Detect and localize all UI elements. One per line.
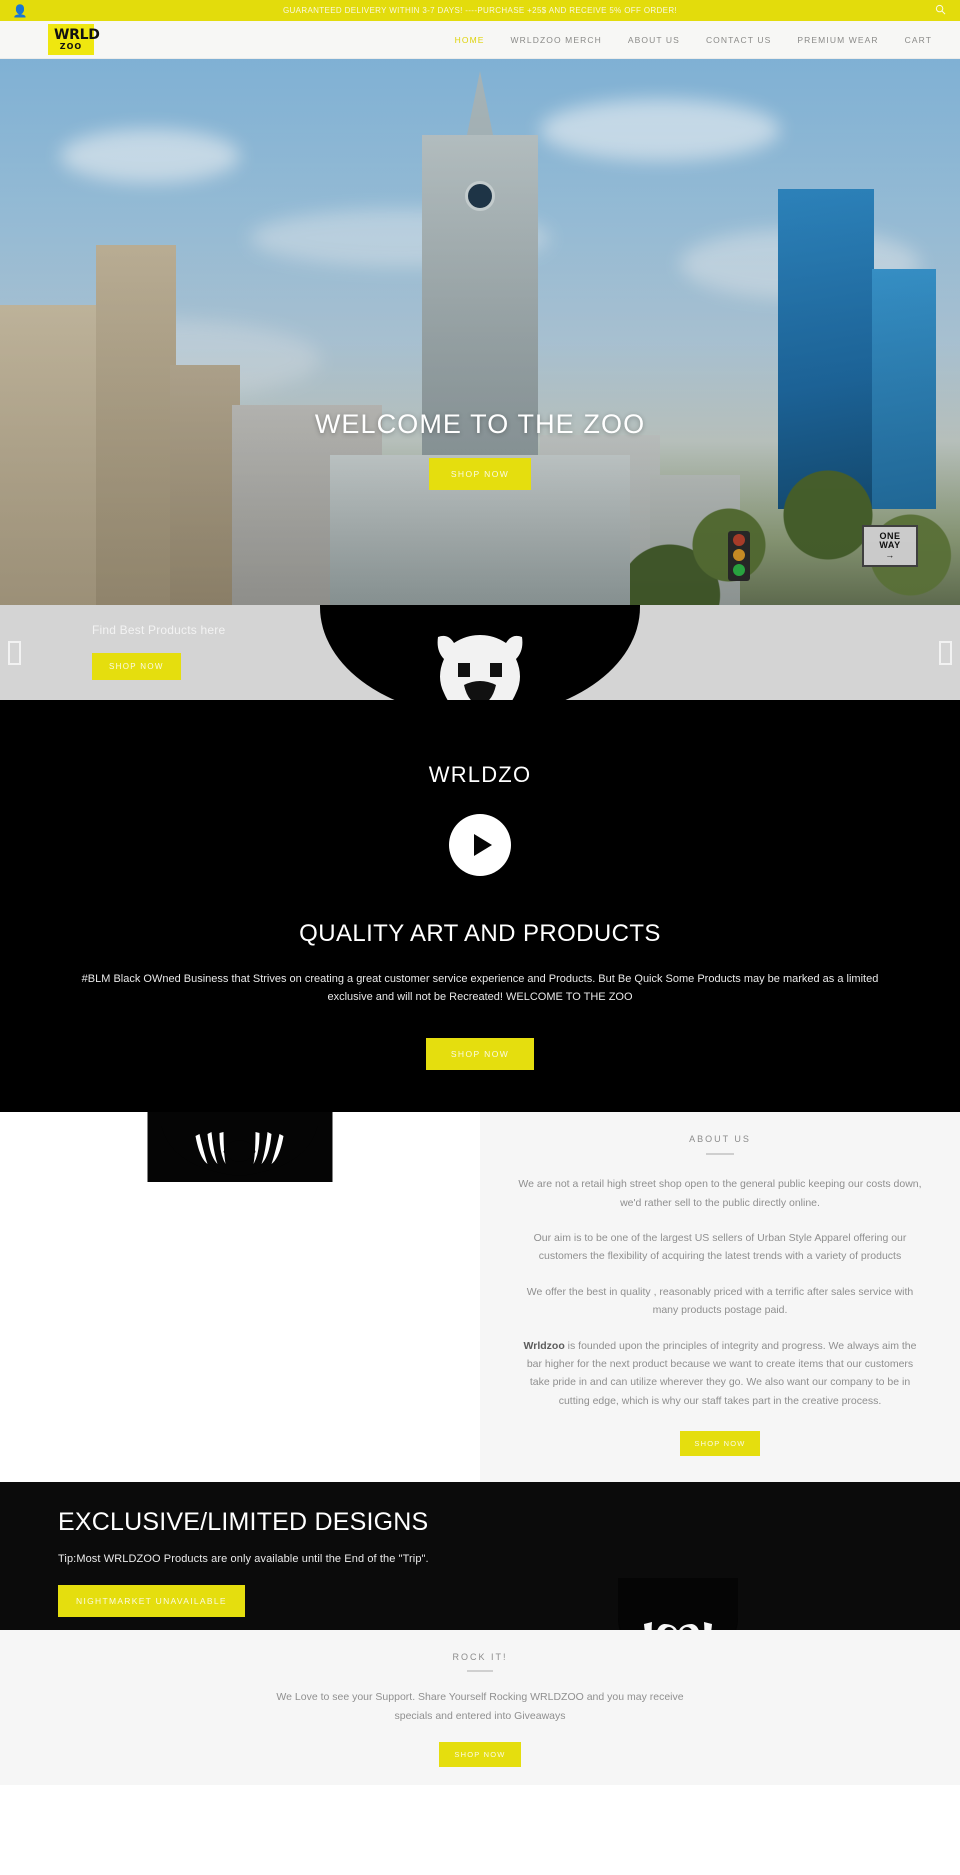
play-icon[interactable] (449, 814, 511, 876)
main-nav: HOME WRLDZOO MERCH ABOUT US CONTACT US P… (455, 35, 932, 45)
hero-overlay (0, 59, 960, 605)
about-brand-name: Wrldzoo (523, 1339, 565, 1352)
promo-carousel: Find Best Products here SHOP NOW (0, 605, 960, 700)
nav-item-cart[interactable]: CART (905, 35, 932, 45)
carousel-prev-button[interactable] (8, 640, 21, 665)
about-shop-now-button[interactable]: SHOP NOW (680, 1431, 760, 1457)
rockit-kicker: ROCK IT! (452, 1652, 508, 1663)
exclusive-section: EXCLUSIVE/LIMITED DESIGNS Tip:Most WRLDZ… (0, 1482, 960, 1631)
promo-title: Find Best Products here (92, 623, 226, 637)
nav-item-premium-wear[interactable]: PREMIUM WEAR (797, 35, 878, 45)
carousel-next-button[interactable] (939, 640, 952, 665)
about-kicker: ABOUT US (689, 1134, 751, 1145)
rockit-body-text: We Love to see your Support. Share Yours… (276, 1691, 684, 1722)
promo-content: Find Best Products here SHOP NOW (0, 605, 960, 680)
about-text-panel: ABOUT US We are not a retail high street… (480, 1112, 960, 1482)
exclusive-title: EXCLUSIVE/LIMITED DESIGNS (58, 1508, 429, 1537)
about-paragraph-1: We are not a retail high street shop ope… (518, 1178, 922, 1209)
about-divider (706, 1153, 734, 1156)
panda-face-icon (618, 1578, 738, 1631)
video-section: WRLDZO QUALITY ART AND PRODUCTS #BLM Bla… (0, 700, 960, 1113)
announcement-bar: 👤 GUARANTEED DELIVERY WITHIN 3-7 DAYS! -… (0, 0, 960, 21)
about-image-panel (0, 1112, 480, 1483)
quality-body-text: #BLM Black OWned Business that Strives o… (81, 973, 879, 1004)
video-heading: WRLDZO (428, 762, 532, 787)
announcement-text: GUARANTEED DELIVERY WITHIN 3-7 DAYS! ---… (282, 6, 678, 15)
about-paragraph-4-rest: is founded upon the principles of integr… (526, 1339, 917, 1407)
nav-item-wrldzoo-merch[interactable]: WRLDZOO MERCH (511, 35, 602, 45)
nav-item-contact-us[interactable]: CONTACT US (706, 35, 771, 45)
about-section: ABOUT US We are not a retail high street… (0, 1112, 960, 1483)
logo-text-top: WRLD (54, 27, 100, 44)
logo-text-bottom: ZOO (59, 41, 83, 51)
rockit-section: ROCK IT! We Love to see your Support. Sh… (0, 1630, 960, 1785)
exclusive-tip-text: Tip:Most WRLDZOO Products are only avail… (58, 1553, 429, 1566)
hero-section: ONE WAY → WELCOME TO THE ZOO SHOP NOW (0, 59, 960, 605)
about-paragraph-2: Our aim is to be one of the largest US s… (533, 1232, 907, 1263)
search-icon[interactable] (935, 4, 946, 17)
hero-content: WELCOME TO THE ZOO SHOP NOW (0, 409, 960, 490)
promo-shop-now-button[interactable]: SHOP NOW (92, 653, 181, 680)
logo[interactable]: WRLD ZOO (48, 24, 100, 55)
tiger-face-icon (147, 1112, 333, 1183)
hero-shop-now-button[interactable]: SHOP NOW (428, 458, 532, 490)
nav-item-home[interactable]: HOME (455, 35, 485, 45)
site-header: WRLD ZOO HOME WRLDZOO MERCH ABOUT US CON… (0, 21, 960, 59)
rockit-shop-now-button[interactable]: SHOP NOW (439, 1741, 521, 1767)
rockit-divider (467, 1670, 493, 1673)
about-paragraph-4: Wrldzoo is founded upon the principles o… (518, 1337, 922, 1411)
nav-item-about-us[interactable]: ABOUT US (628, 35, 680, 45)
about-paragraph-3: We offer the best in quality , reasonabl… (526, 1285, 914, 1317)
nightmarket-unavailable-button[interactable]: NIGHTMARKET UNAVAILABLE (58, 1585, 245, 1618)
video-shop-now-button[interactable]: SHOP NOW (425, 1038, 535, 1071)
quality-heading: QUALITY ART AND PRODUCTS (299, 920, 661, 947)
hero-title: WELCOME TO THE ZOO (314, 409, 646, 439)
